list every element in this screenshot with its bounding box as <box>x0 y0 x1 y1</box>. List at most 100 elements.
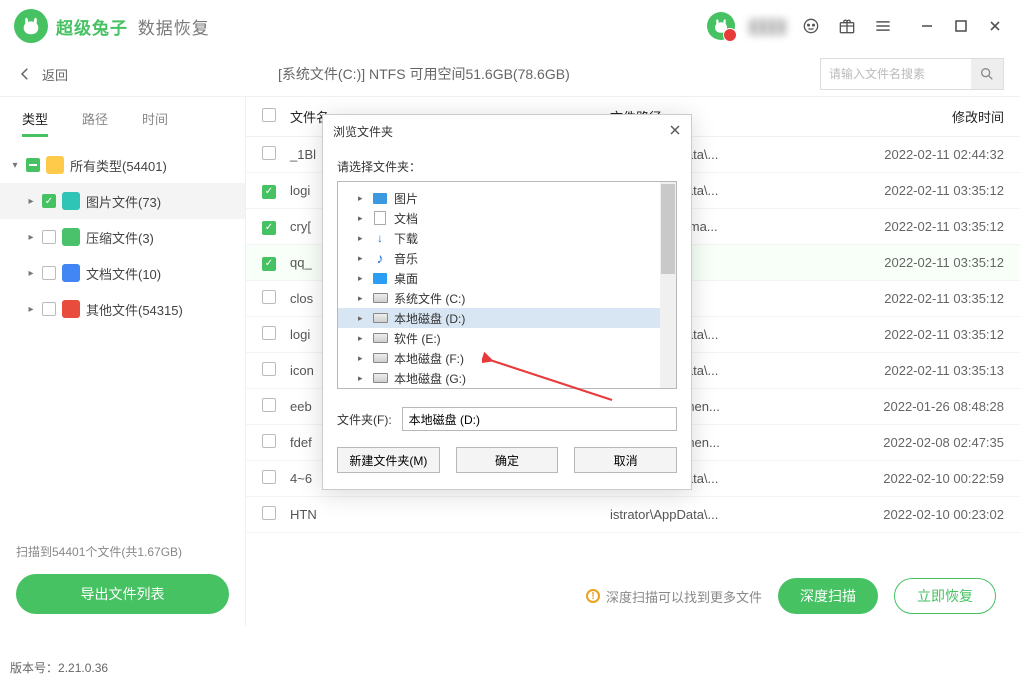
cell-date: 2022-02-08 02:47:35 <box>850 435 1004 450</box>
chevron-right-icon[interactable]: ▸ <box>358 373 366 384</box>
tree-item[interactable]: ▸ 文档文件(10) <box>0 255 245 291</box>
tree-item[interactable]: ▸✓图片文件(73) <box>0 183 245 219</box>
tree-item[interactable]: ▾所有类型(54401) <box>0 147 245 183</box>
expand-icon[interactable]: ▸ <box>26 232 36 243</box>
chevron-right-icon[interactable]: ▸ <box>358 193 366 204</box>
row-checkbox[interactable] <box>262 506 276 520</box>
row-checkbox[interactable] <box>262 146 276 160</box>
disk-icon <box>372 311 388 325</box>
folder-tree-item[interactable]: ▸系统文件 (C:) <box>338 288 660 308</box>
expand-icon[interactable]: ▸ <box>26 304 36 315</box>
chevron-right-icon[interactable]: ▸ <box>358 233 366 244</box>
checkbox[interactable] <box>42 230 56 244</box>
row-checkbox[interactable] <box>262 362 276 376</box>
folder-icon <box>62 264 80 282</box>
row-checkbox[interactable] <box>262 290 276 304</box>
row-checkbox[interactable] <box>262 470 276 484</box>
row-checkbox[interactable] <box>262 434 276 448</box>
cell-date: 2022-02-11 03:35:12 <box>850 183 1004 198</box>
header-row: 返回 [系统文件(C:)] NTFS 可用空间51.6GB(78.6GB) <box>0 52 1020 96</box>
search-button[interactable] <box>971 59 1003 89</box>
close-icon <box>669 124 681 136</box>
chevron-right-icon[interactable]: ▸ <box>358 313 366 324</box>
folder-tree-item[interactable]: ▸桌面 <box>338 268 660 288</box>
back-button[interactable]: 返回 <box>16 65 68 84</box>
tab-path[interactable]: 路径 <box>82 109 108 137</box>
checkbox[interactable] <box>42 266 56 280</box>
chevron-right-icon[interactable]: ▸ <box>358 293 366 304</box>
expand-icon[interactable]: ▸ <box>26 196 36 207</box>
new-folder-button[interactable]: 新建文件夹(M) <box>337 447 440 473</box>
export-button[interactable]: 导出文件列表 <box>16 574 229 614</box>
scrollbar[interactable] <box>660 182 676 388</box>
ok-button[interactable]: 确定 <box>456 447 559 473</box>
tab-type[interactable]: 类型 <box>22 109 48 137</box>
expand-icon[interactable]: ▾ <box>10 160 20 171</box>
folder-tree-item[interactable]: ▸ 本地磁盘 (D:) <box>338 308 660 328</box>
tab-time[interactable]: 时间 <box>142 109 168 137</box>
scan-summary: 扫描到54401个文件(共1.67GB) <box>16 543 229 560</box>
folder-name: 本地磁盘 (D:) <box>394 310 465 327</box>
menu-icon[interactable] <box>872 15 894 37</box>
col-date[interactable]: 修改时间 <box>850 107 1004 126</box>
row-checkbox[interactable] <box>262 398 276 412</box>
expand-icon[interactable]: ▸ <box>26 268 36 279</box>
scrollbar-thumb[interactable] <box>661 184 675 274</box>
dialog-prompt: 请选择文件夹： <box>323 148 691 181</box>
tree-item[interactable]: ▸压缩文件(3) <box>0 219 245 255</box>
pictures-icon <box>372 191 388 205</box>
chevron-right-icon[interactable]: ▸ <box>358 353 366 364</box>
dialog-title: 浏览文件夹 <box>333 123 393 140</box>
tree-label: 其他文件(54315) <box>86 300 183 319</box>
chevron-right-icon[interactable]: ▸ <box>358 253 366 264</box>
chevron-right-icon[interactable]: ▸ <box>358 333 366 344</box>
dialog-close-button[interactable] <box>669 124 681 139</box>
cell-date: 2022-02-10 00:22:59 <box>850 471 1004 486</box>
folder-tree-item[interactable]: ▸♪音乐 <box>338 248 660 268</box>
cancel-button[interactable]: 取消 <box>574 447 677 473</box>
user-avatar[interactable] <box>707 12 735 40</box>
maximize-button[interactable] <box>950 15 972 37</box>
row-checkbox[interactable]: ✓ <box>262 257 276 271</box>
folder-tree-item[interactable]: ▸文档 <box>338 208 660 228</box>
row-checkbox[interactable]: ✓ <box>262 185 276 199</box>
folder-tree-item[interactable]: ▸↓下载 <box>338 228 660 248</box>
table-row[interactable]: HTNistrator\AppData\...2022-02-10 00:23:… <box>246 497 1020 533</box>
folder-tree-item[interactable]: ▸ 本地磁盘 (F:) <box>338 348 660 368</box>
chevron-right-icon[interactable]: ▸ <box>358 213 366 224</box>
tree-item[interactable]: ▸ 其他文件(54315) <box>0 291 245 327</box>
browse-folder-dialog: 浏览文件夹 请选择文件夹： ▸图片▸文档▸↓下载▸♪音乐▸桌面▸系统文件 (C:… <box>322 114 692 490</box>
folder-icon <box>62 228 80 246</box>
tree-label: 文档文件(10) <box>86 264 161 283</box>
checkbox[interactable] <box>42 302 56 316</box>
folder-tree-item[interactable]: ▸本地磁盘 (G:) <box>338 368 660 388</box>
checkbox[interactable]: ✓ <box>42 194 56 208</box>
folder-tree-item[interactable]: ▸图片 <box>338 188 660 208</box>
checkbox[interactable] <box>26 158 40 172</box>
chevron-right-icon[interactable]: ▸ <box>358 273 366 284</box>
deep-scan-tip: ! 深度扫描可以找到更多文件 <box>586 587 762 606</box>
folder-tree-item[interactable]: ▸软件 (E:) <box>338 328 660 348</box>
search-box <box>820 58 1004 90</box>
search-input[interactable] <box>821 59 971 89</box>
back-label: 返回 <box>42 65 68 84</box>
close-button[interactable] <box>984 15 1006 37</box>
gift-icon[interactable] <box>836 15 858 37</box>
folder-name: 本地磁盘 (F:) <box>394 350 464 367</box>
folder-path-input[interactable] <box>402 407 677 431</box>
headset-icon[interactable] <box>800 15 822 37</box>
select-all-checkbox[interactable] <box>262 108 276 122</box>
sidebar-tabs: 类型 路径 时间 <box>0 97 245 143</box>
type-tree: ▾所有类型(54401)▸✓图片文件(73)▸压缩文件(3)▸文档文件(10)▸… <box>0 143 245 531</box>
folder-tree[interactable]: ▸图片▸文档▸↓下载▸♪音乐▸桌面▸系统文件 (C:)▸本地磁盘 (D:)▸软件… <box>338 182 660 388</box>
sidebar: 类型 路径 时间 ▾所有类型(54401)▸✓图片文件(73)▸压缩文件(3)▸… <box>0 97 246 626</box>
folder-name: 音乐 <box>394 250 418 267</box>
deep-scan-button[interactable]: 深度扫描 <box>778 578 878 614</box>
cell-date: 2022-02-10 00:23:02 <box>850 507 1004 522</box>
arrow-left-icon <box>16 65 34 83</box>
recover-button[interactable]: 立即恢复 <box>894 578 996 614</box>
cell-date: 2022-02-11 03:35:12 <box>850 291 1004 306</box>
row-checkbox[interactable] <box>262 326 276 340</box>
minimize-button[interactable] <box>916 15 938 37</box>
row-checkbox[interactable]: ✓ <box>262 221 276 235</box>
